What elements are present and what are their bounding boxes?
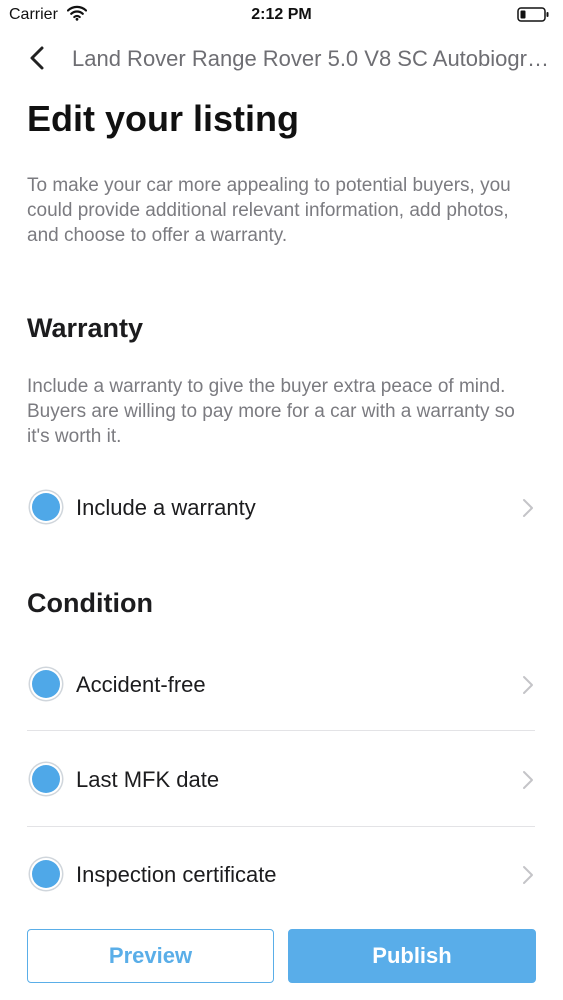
publish-button[interactable]: Publish (288, 929, 536, 983)
battery-icon (517, 7, 549, 27)
radio-dot (32, 860, 60, 888)
status-time: 2:12 PM (251, 6, 312, 23)
page-intro: To make your car more appealing to poten… (27, 175, 511, 246)
inspection-certificate-label: Inspection certificate (76, 862, 277, 887)
accident-free-label: Accident-free (76, 672, 206, 697)
row-divider (27, 826, 535, 827)
last-mfk-date-label: Last MFK date (76, 767, 220, 792)
accident-free-row[interactable]: Accident-free (27, 650, 535, 720)
preview-button[interactable]: Preview (27, 929, 274, 983)
chevron-right-icon (521, 864, 535, 891)
nav-bar: Land Rover Range Rover 5.0 V8 SC Autobio… (0, 38, 563, 78)
row-divider (27, 730, 535, 731)
chevron-right-icon (521, 497, 535, 524)
include-warranty-label: Include a warranty (76, 495, 256, 520)
status-bar: Carrier 2:12 PM (0, 0, 563, 30)
radio-dot (32, 493, 60, 521)
radio-dot (32, 670, 60, 698)
chevron-left-icon (22, 46, 58, 80)
warranty-heading: Warranty (27, 313, 144, 343)
nav-title: Land Rover Range Rover 5.0 V8 SC Autobio… (72, 46, 550, 71)
chevron-right-icon (521, 674, 535, 701)
radio-dot (32, 765, 60, 793)
chevron-right-icon (521, 769, 535, 796)
warranty-description: Include a warranty to give the buyer ext… (27, 376, 515, 447)
last-mfk-date-row[interactable]: Last MFK date (27, 745, 535, 815)
page-title: Edit your listing (27, 98, 300, 139)
inspection-certificate-row[interactable]: Inspection certificate (27, 840, 535, 910)
back-button[interactable] (22, 40, 58, 76)
condition-heading: Condition (27, 588, 153, 618)
include-warranty-row[interactable]: Include a warranty (27, 473, 535, 543)
